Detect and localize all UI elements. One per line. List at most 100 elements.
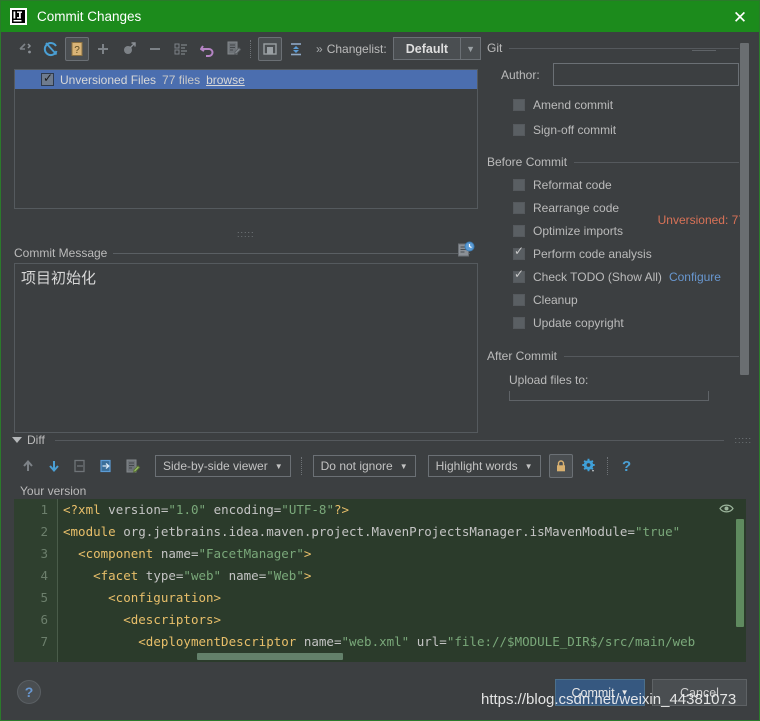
perform-code-analysis-label: Perform code analysis: [533, 247, 652, 261]
sign-off-commit-checkbox-row[interactable]: Sign-off commit: [513, 123, 739, 137]
code-content[interactable]: <?xml version="1.0" encoding="UTF-8"?> <m…: [63, 499, 746, 662]
viewer-mode-select[interactable]: Side-by-side viewer ▼: [155, 455, 291, 477]
chevron-down-icon[interactable]: ▼: [460, 38, 480, 59]
lock-icon[interactable]: [548, 454, 573, 478]
code-token: "web": [183, 568, 222, 583]
code-line: <module org.jetbrains.idea.maven.project…: [63, 521, 746, 543]
accept-change-icon[interactable]: [94, 454, 118, 478]
help-icon-glyph: ?: [621, 457, 632, 475]
author-input[interactable]: [553, 63, 739, 86]
changelist-select[interactable]: Default ▼: [392, 37, 482, 60]
highlight-mode-select[interactable]: Highlight words ▼: [427, 455, 541, 477]
perform-code-analysis-checkbox[interactable]: [513, 244, 525, 260]
overflow-chevrons-icon[interactable]: »: [316, 42, 323, 56]
commit-message-input[interactable]: 项目初始化: [14, 263, 478, 433]
refresh-icon[interactable]: [39, 37, 63, 61]
amend-commit-label: Amend commit: [533, 98, 614, 112]
help-icon[interactable]: ?: [615, 454, 639, 478]
table-row[interactable]: Unversioned Files 77 files browse: [15, 70, 477, 89]
check-todo-checkbox-row[interactable]: Check TODO (Show All) Configure: [513, 267, 739, 284]
reformat-code-checkbox[interactable]: [513, 179, 525, 191]
collapse-triangle-icon[interactable]: [12, 437, 22, 443]
commit-message-history-icon[interactable]: [457, 241, 475, 259]
optimize-imports-label: Optimize imports: [533, 224, 624, 238]
upload-files-label: Upload files to:: [509, 373, 589, 387]
amend-commit-checkbox-row[interactable]: Amend commit: [513, 98, 739, 112]
rearrange-code-checkbox-row[interactable]: Rearrange code: [513, 201, 739, 215]
divider: [113, 252, 470, 254]
unversioned-files-checkbox[interactable]: [41, 71, 54, 86]
cleanup-checkbox-row[interactable]: Cleanup: [513, 293, 739, 307]
move-to-changelist-icon[interactable]: [117, 37, 141, 61]
commit-button[interactable]: Commit ▼: [555, 679, 645, 706]
code-token: <module: [63, 524, 116, 539]
group-by-directory-icon[interactable]: [258, 36, 282, 61]
code-token: >: [303, 546, 312, 561]
revert-change-icon[interactable]: [68, 454, 92, 478]
code-token: name=: [296, 634, 342, 649]
code-token: <?xml: [63, 502, 101, 517]
update-copyright-checkbox[interactable]: [513, 317, 525, 329]
set-active-changelist-icon[interactable]: [169, 37, 193, 61]
optimize-imports-checkbox-row[interactable]: Optimize imports: [513, 224, 739, 238]
next-difference-icon[interactable]: [42, 454, 66, 478]
chevron-down-icon[interactable]: ▼: [400, 462, 408, 471]
chevron-down-icon[interactable]: ▼: [621, 688, 629, 697]
preview-eye-icon[interactable]: [719, 503, 734, 514]
reformat-code-checkbox-row[interactable]: Reformat code: [513, 178, 739, 192]
git-section-title: Git: [487, 41, 503, 55]
unversioned-files-icon[interactable]: ?: [65, 36, 89, 61]
cleanup-checkbox[interactable]: [513, 294, 525, 306]
line-number: 3: [40, 546, 48, 561]
rearrange-code-checkbox[interactable]: [513, 202, 525, 214]
chevron-down-icon[interactable]: ▼: [525, 462, 533, 471]
diff-section-header: Diff :::::: [12, 432, 752, 448]
diff-splitter-grip[interactable]: :::::: [734, 435, 752, 445]
changed-files-tree[interactable]: Unversioned Files 77 files browse: [14, 69, 478, 209]
chevron-down-icon[interactable]: ▼: [275, 462, 283, 471]
amend-commit-checkbox[interactable]: [513, 99, 525, 111]
toolbar-separator: [606, 457, 608, 475]
editor-horizontal-scrollbar[interactable]: [197, 653, 343, 660]
browse-link[interactable]: browse: [206, 73, 245, 87]
close-icon[interactable]: ✕: [727, 6, 753, 28]
splitter-grip[interactable]: :::::: [237, 229, 255, 239]
rollback-icon[interactable]: [195, 37, 219, 61]
previous-difference-icon[interactable]: [16, 454, 40, 478]
editor-vertical-scrollbar[interactable]: [736, 519, 744, 627]
configure-todo-link[interactable]: Configure: [669, 270, 721, 284]
new-changelist-plus-icon[interactable]: [91, 37, 115, 61]
diff-title: Diff: [27, 433, 45, 447]
code-token: "1.0": [168, 502, 207, 517]
diff-toolbar: Side-by-side viewer ▼ Do not ignore ▼ Hi…: [14, 453, 754, 479]
gear-icon[interactable]: [577, 454, 601, 478]
upload-files-browse-button[interactable]: [692, 41, 716, 51]
delete-changelist-minus-icon[interactable]: [143, 37, 167, 61]
update-copyright-checkbox-row[interactable]: Update copyright: [513, 316, 739, 330]
expand-collapse-icon[interactable]: [284, 37, 308, 61]
edit-source-icon[interactable]: [221, 37, 245, 61]
after-commit-title: After Commit: [487, 349, 558, 363]
check-todo-checkbox[interactable]: [513, 267, 525, 283]
code-token: >: [303, 568, 312, 583]
help-button[interactable]: ?: [17, 680, 41, 704]
toolbar-separator: [250, 39, 251, 58]
upload-files-select[interactable]: [509, 50, 716, 401]
author-label: Author:: [501, 67, 540, 82]
optimize-imports-checkbox[interactable]: [513, 225, 525, 237]
diff-editor[interactable]: 1 2 3 4 5 6 7 <?xml version="1.0" encodi…: [14, 499, 746, 662]
options-panel-scrollbar[interactable]: [740, 43, 749, 441]
sign-off-commit-checkbox[interactable]: [513, 124, 525, 136]
code-token: "true": [634, 524, 681, 539]
code-line: <?xml version="1.0" encoding="UTF-8"?>: [63, 499, 746, 521]
code-line: <facet type="web" name="Web">: [63, 565, 746, 587]
rearrange-code-label: Rearrange code: [533, 201, 620, 215]
edit-source-icon[interactable]: [120, 454, 144, 478]
scrollbar-thumb[interactable]: [740, 43, 749, 375]
perform-code-analysis-checkbox-row[interactable]: Perform code analysis: [513, 244, 739, 261]
whitespace-mode-select[interactable]: Do not ignore ▼: [312, 455, 416, 477]
cancel-button[interactable]: Cancel: [652, 679, 747, 706]
show-diff-icon[interactable]: [13, 37, 37, 61]
